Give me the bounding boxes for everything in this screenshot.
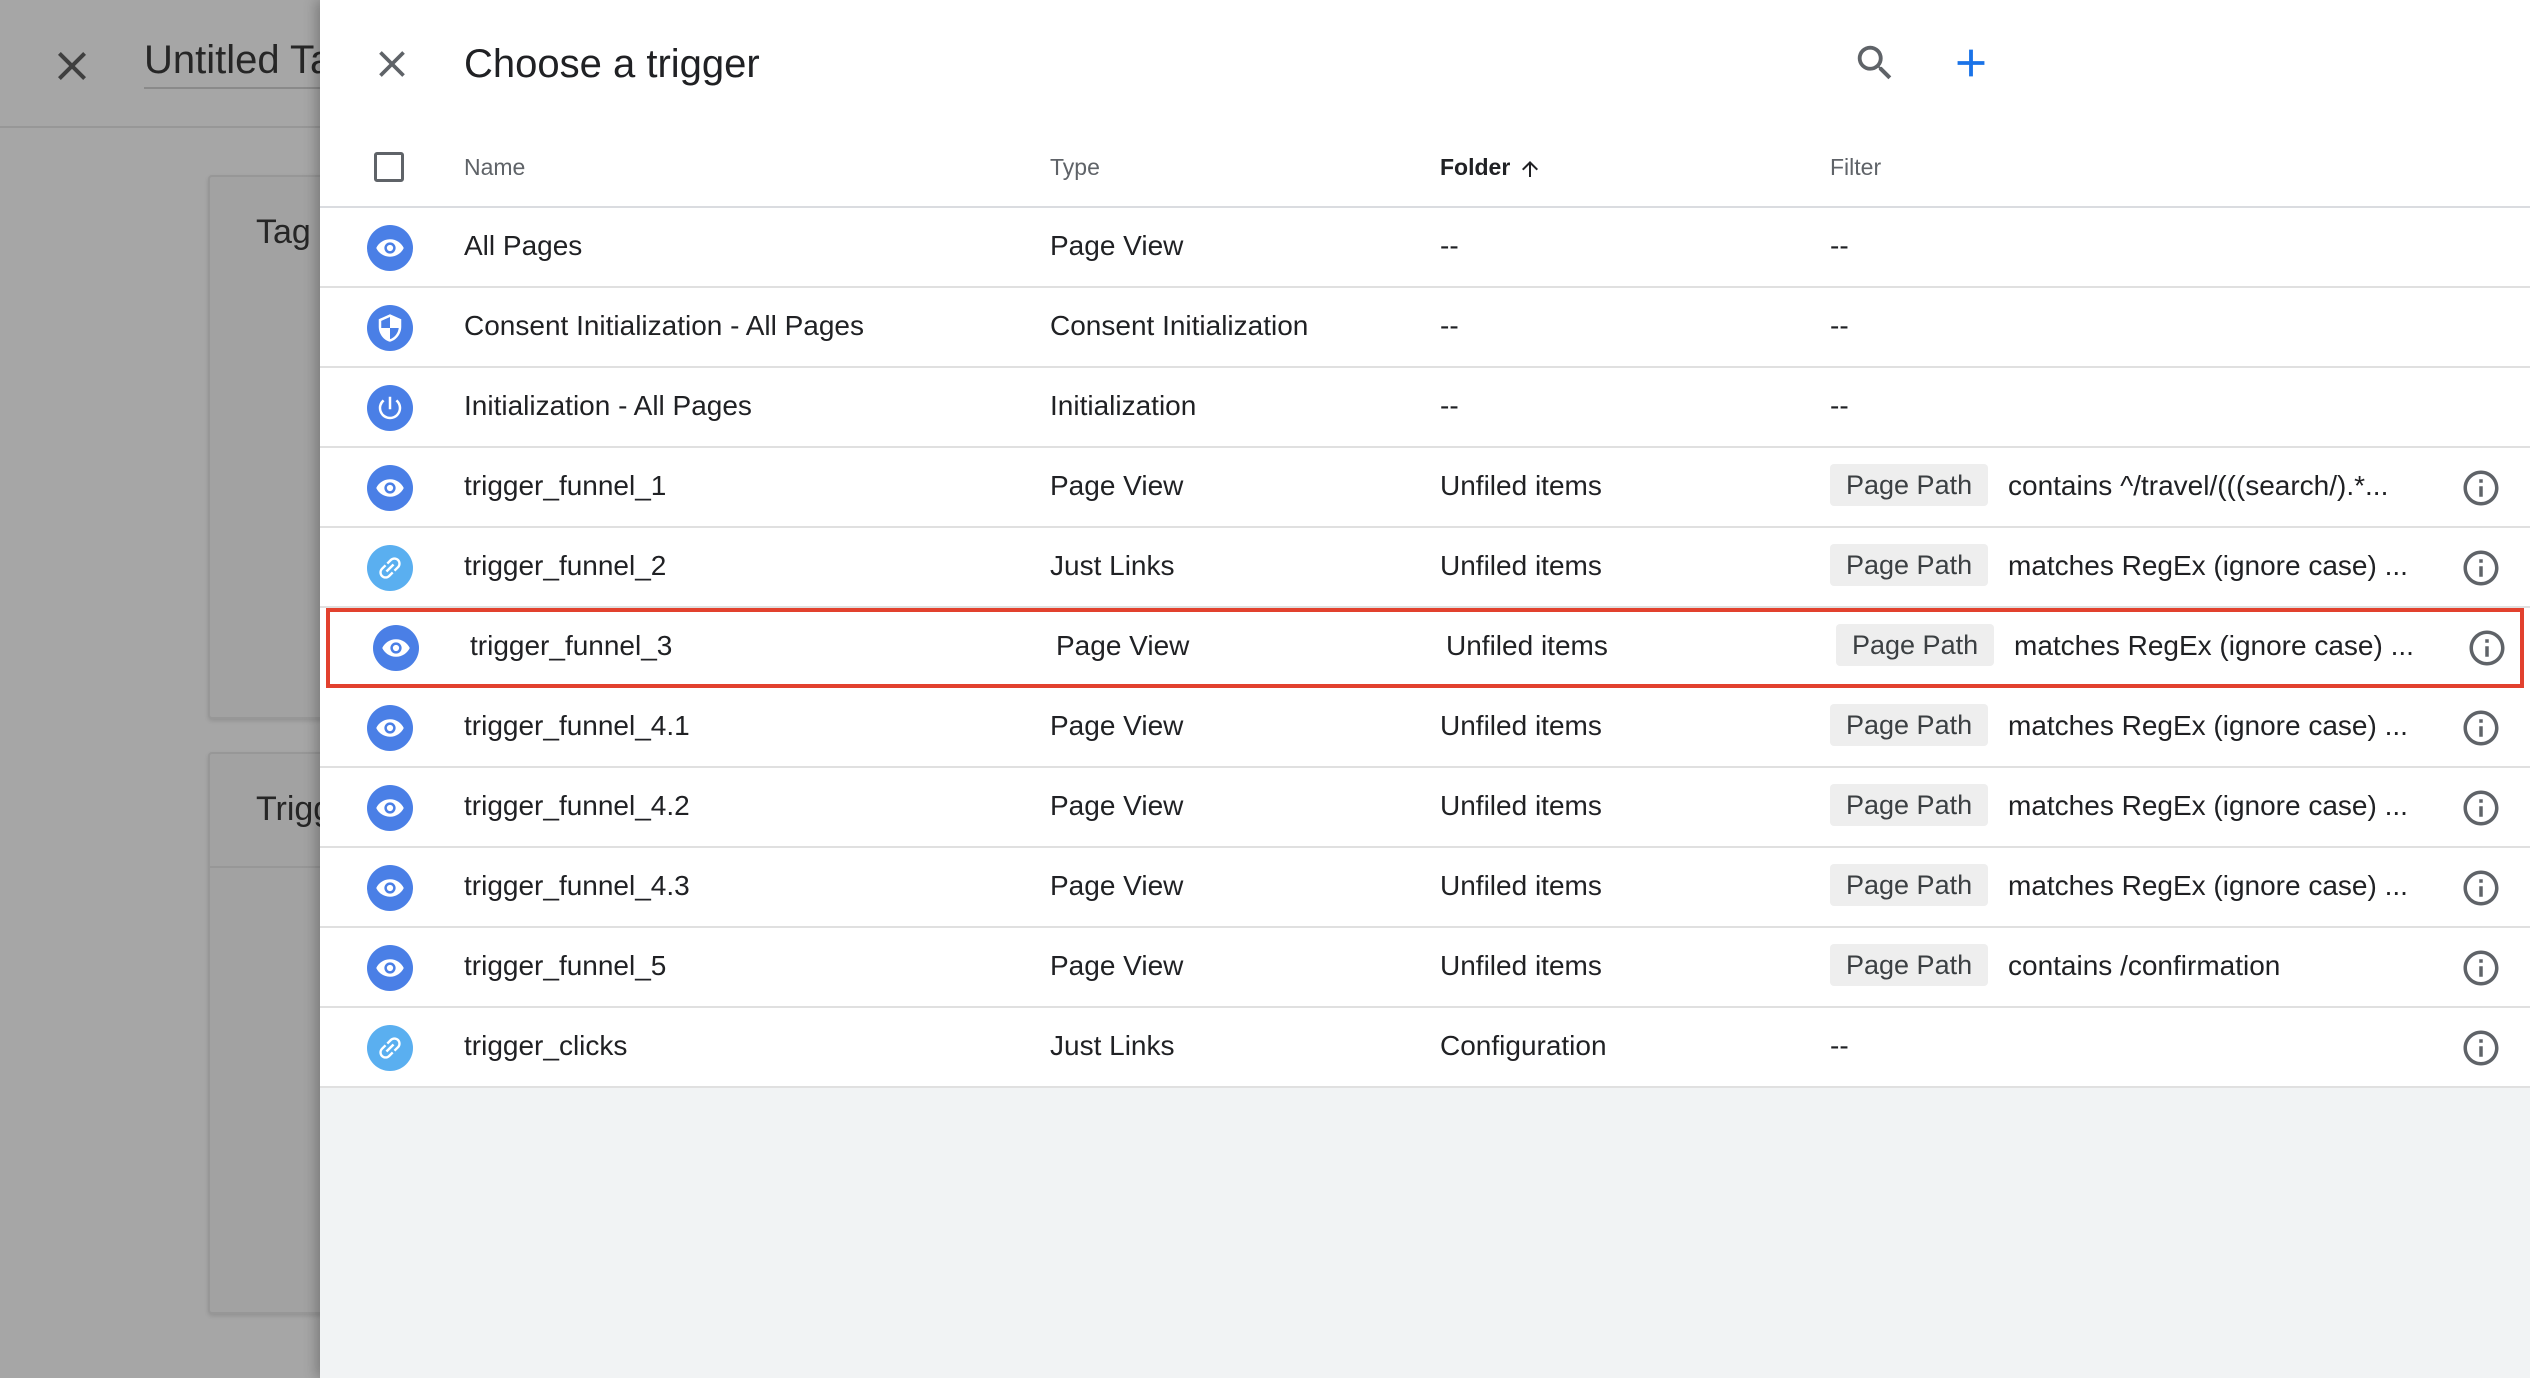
trigger-row[interactable]: trigger_funnel_4.3 Page View Unfiled items… <box>320 848 2530 928</box>
trigger-folder: Unfiled items <box>1440 470 1602 501</box>
trigger-name: trigger_funnel_5 <box>464 950 667 981</box>
trigger-name: trigger_funnel_1 <box>464 470 667 501</box>
arrow-up-icon <box>1522 160 1539 177</box>
filter-variable-chip: Page Path <box>1830 544 1989 586</box>
add-icon[interactable] <box>1948 40 1994 86</box>
trigger-folder: -- <box>1440 310 1459 341</box>
trigger-filter: -- <box>1830 1030 1849 1061</box>
trigger-folder: -- <box>1440 230 1459 261</box>
table-header: Name Type Folder Filter <box>320 130 2530 208</box>
trigger-folder: Unfiled items <box>1440 790 1602 821</box>
filter-condition: contains ^/travel/(((search/).*... <box>2008 470 2389 501</box>
info-icon[interactable] <box>2466 627 2508 669</box>
filter-condition: matches RegEx (ignore case) ... <box>2008 790 2408 821</box>
trigger-filter: -- <box>1830 230 1849 261</box>
filter-condition: matches RegEx (ignore case) ... <box>2008 550 2408 581</box>
trigger-name: All Pages <box>464 230 583 261</box>
search-icon[interactable] <box>1852 40 1898 86</box>
shield-icon <box>367 305 413 351</box>
link-icon <box>367 545 413 591</box>
power-icon <box>367 385 413 431</box>
info-icon[interactable] <box>2460 547 2502 589</box>
info-icon[interactable] <box>2460 947 2502 989</box>
choose-trigger-drawer: Choose a trigger Name Type Folder Filter… <box>320 0 2530 1378</box>
column-header-name[interactable]: Name <box>464 154 525 181</box>
info-icon[interactable] <box>2460 707 2502 749</box>
trigger-row[interactable]: trigger_funnel_1 Page View Unfiled items Pa… <box>320 448 2530 528</box>
filter-variable-chip: Page Path <box>1830 864 1989 906</box>
trigger-type: Page View <box>1050 870 1184 901</box>
filter-condition: contains /confirmation <box>2008 950 2281 981</box>
trigger-row[interactable]: Initialization - All Pages Initialization… <box>320 368 2530 448</box>
trigger-name: trigger_funnel_3 <box>470 630 673 661</box>
eye-icon <box>367 785 413 831</box>
trigger-type: Page View <box>1050 470 1184 501</box>
trigger-type: Page View <box>1050 950 1184 981</box>
trigger-folder: -- <box>1440 390 1459 421</box>
close-icon[interactable] <box>370 42 414 86</box>
filter-variable-chip: Page Path <box>1830 704 1989 746</box>
trigger-folder: Configuration <box>1440 1030 1607 1061</box>
column-header-folder[interactable]: Folder <box>1440 154 1542 181</box>
info-icon[interactable] <box>2460 787 2502 829</box>
eye-icon <box>367 465 413 511</box>
column-header-filter[interactable]: Filter <box>1830 154 1881 181</box>
trigger-folder: Unfiled items <box>1440 950 1602 981</box>
info-icon[interactable] <box>2460 867 2502 909</box>
trigger-type: Page View <box>1050 710 1184 741</box>
column-header-type[interactable]: Type <box>1050 154 1100 181</box>
trigger-row[interactable]: trigger_funnel_2 Just Links Unfiled items P… <box>320 528 2530 608</box>
trigger-row[interactable]: trigger_clicks Just Links Configuration -- <box>320 1008 2530 1088</box>
trigger-folder: Unfiled items <box>1440 870 1602 901</box>
info-icon[interactable] <box>2460 1027 2502 1069</box>
filter-variable-chip: Page Path <box>1830 784 1989 826</box>
filter-condition: matches RegEx (ignore case) ... <box>2008 870 2408 901</box>
trigger-folder: Unfiled items <box>1440 710 1602 741</box>
trigger-type: Initialization <box>1050 390 1197 421</box>
eye-icon <box>367 225 413 271</box>
trigger-type: Just Links <box>1050 1030 1175 1061</box>
trigger-row[interactable]: Consent Initialization - All Pages Consen… <box>320 288 2530 368</box>
trigger-name: trigger_clicks <box>464 1030 628 1061</box>
trigger-name: Consent Initialization - All Pages <box>464 310 864 341</box>
filter-condition: matches RegEx (ignore case) ... <box>2008 710 2408 741</box>
tag-name-title[interactable]: Untitled Ta <box>144 38 333 89</box>
filter-variable-chip: Page Path <box>1830 944 1989 986</box>
link-icon <box>367 1025 413 1071</box>
eye-icon <box>373 625 419 671</box>
filter-variable-chip: Page Path <box>1836 624 1995 666</box>
filter-variable-chip: Page Path <box>1830 464 1989 506</box>
filter-condition: matches RegEx (ignore case) ... <box>2014 630 2414 661</box>
trigger-name: trigger_funnel_2 <box>464 550 667 581</box>
info-icon[interactable] <box>2460 467 2502 509</box>
trigger-filter: -- <box>1830 390 1849 421</box>
trigger-type: Just Links <box>1050 550 1175 581</box>
eye-icon <box>367 945 413 991</box>
drawer-title: Choose a trigger <box>464 42 760 86</box>
trigger-type: Consent Initialization <box>1050 310 1309 341</box>
trigger-type: Page View <box>1050 790 1184 821</box>
drawer-content: Choose a trigger Name Type Folder Filter… <box>320 0 2530 1088</box>
trigger-row[interactable]: trigger_funnel_5 Page View Unfiled items Pa… <box>320 928 2530 1008</box>
trigger-row[interactable]: trigger_funnel_4.2 Page View Unfiled items… <box>320 768 2530 848</box>
trigger-name: trigger_funnel_4.3 <box>464 870 690 901</box>
trigger-name: trigger_funnel_4.2 <box>464 790 690 821</box>
eye-icon <box>367 705 413 751</box>
trigger-row[interactable]: trigger_funnel_4.1 Page View Unfiled items… <box>320 688 2530 768</box>
selected-trigger-row[interactable]: trigger_funnel_3 Page View Unfiled items Pa… <box>326 608 2524 688</box>
trigger-type: Page View <box>1056 630 1190 661</box>
trigger-row[interactable]: All Pages Page View -- -- <box>320 208 2530 288</box>
close-icon[interactable] <box>48 42 96 90</box>
trigger-folder: Unfiled items <box>1440 550 1602 581</box>
eye-icon <box>367 865 413 911</box>
trigger-name: trigger_funnel_4.1 <box>464 710 690 741</box>
select-all-checkbox[interactable] <box>374 152 404 182</box>
trigger-filter: -- <box>1830 310 1849 341</box>
trigger-folder: Unfiled items <box>1446 630 1608 661</box>
trigger-type: Page View <box>1050 230 1184 261</box>
trigger-name: Initialization - All Pages <box>464 390 752 421</box>
